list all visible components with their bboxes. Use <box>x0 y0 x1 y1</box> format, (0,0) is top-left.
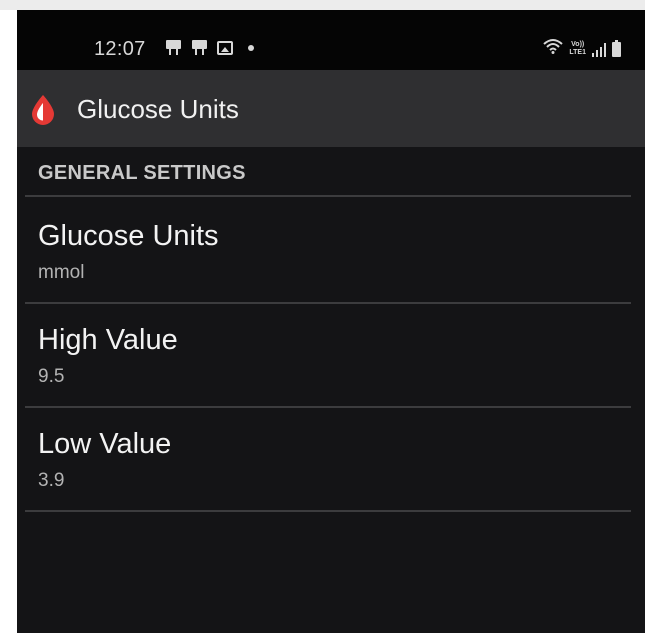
section-divider <box>25 195 631 197</box>
screenshot-top-border <box>0 0 645 10</box>
page-title: Glucose Units <box>77 94 239 124</box>
pref-glucose-units[interactable]: Glucose Units mmol <box>38 220 628 284</box>
wifi-icon <box>543 38 564 57</box>
volte-lte-icon: Vo)) LTE1 <box>569 41 586 57</box>
pref-title: Glucose Units <box>38 220 219 252</box>
notification-icons <box>165 40 254 55</box>
pref-high-value[interactable]: High Value 9.5 <box>38 324 628 388</box>
pref-summary: mmol <box>38 262 85 283</box>
phone-screen: 12:07 Vo)) LTE1 Glucose Units GENERAL SE… <box>17 10 645 633</box>
status-time: 12:07 <box>94 38 146 60</box>
lte-line1: Vo)) <box>571 41 585 48</box>
battery-icon <box>612 40 621 57</box>
lte-line2: LTE1 <box>569 49 586 56</box>
app-bar: Glucose Units <box>17 70 645 147</box>
section-header-general-settings: GENERAL SETTINGS <box>38 162 246 184</box>
blood-drop-icon <box>29 94 57 126</box>
row-divider <box>25 302 631 304</box>
row-divider <box>25 406 631 408</box>
notification-icon <box>165 40 182 55</box>
pref-summary: 3.9 <box>38 470 65 491</box>
pref-summary: 9.5 <box>38 366 65 387</box>
status-icons: Vo)) LTE1 <box>543 38 621 57</box>
status-bar: 12:07 Vo)) LTE1 <box>17 10 645 70</box>
row-divider <box>25 510 631 512</box>
image-icon <box>217 40 233 55</box>
notification-icon <box>191 40 208 55</box>
pref-title: Low Value <box>38 428 172 460</box>
pref-low-value[interactable]: Low Value 3.9 <box>38 428 628 492</box>
pref-title: High Value <box>38 324 178 356</box>
signal-icon <box>592 43 606 57</box>
dot-icon <box>248 44 254 51</box>
